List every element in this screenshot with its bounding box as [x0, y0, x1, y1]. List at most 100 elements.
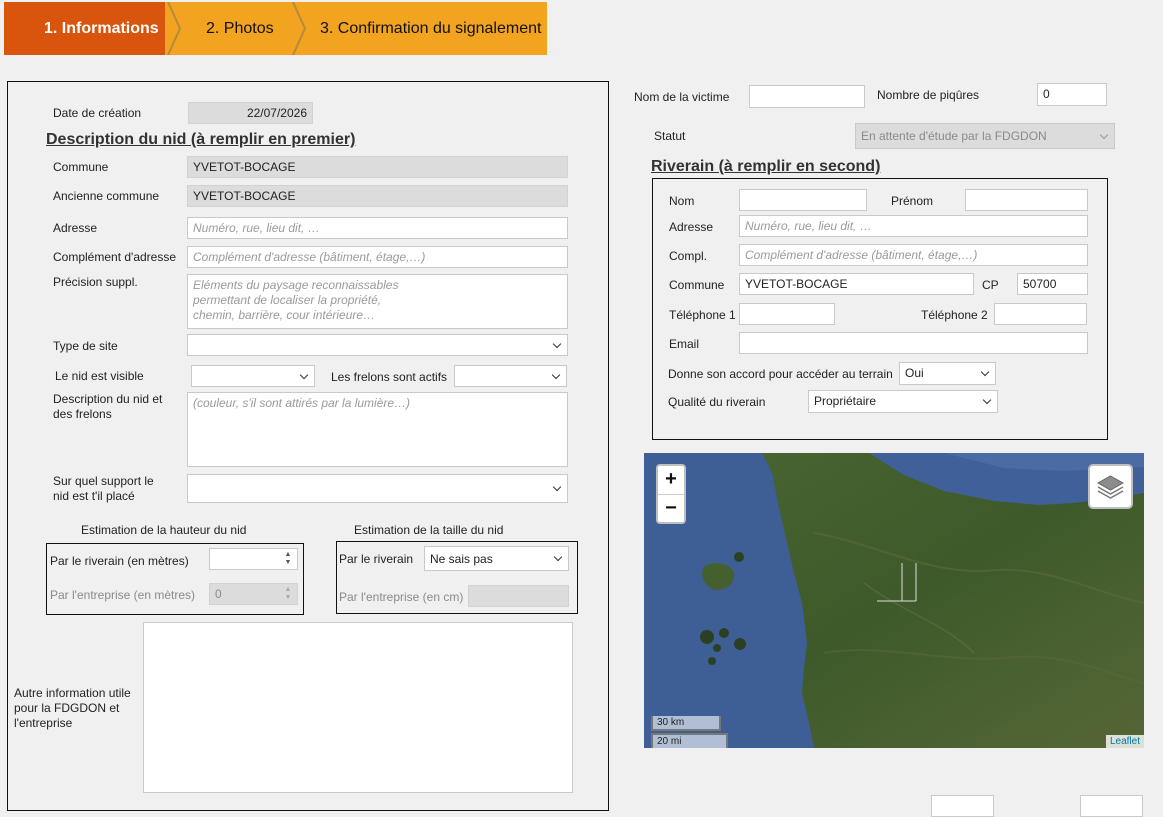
spinner-icon: ▲ ▼: [284, 586, 292, 601]
adresse-input[interactable]: Numéro, rue, lieu dit, …: [187, 217, 568, 239]
precision-placeholder-line: permettant de localiser la propriété,: [193, 293, 382, 307]
chevron-down-icon: [552, 339, 562, 349]
wizard-step-label: 2. Photos: [206, 19, 274, 37]
type-site-select[interactable]: [187, 334, 568, 356]
autre-info-textarea[interactable]: [143, 622, 573, 793]
accord-select[interactable]: Oui: [899, 362, 996, 385]
victime-label: Nom de la victime: [634, 90, 730, 104]
piqures-input[interactable]: 0: [1037, 83, 1107, 106]
leaflet-link[interactable]: Leaflet: [1110, 736, 1140, 747]
nest-section-title: Description du nid (à remplir en premier…: [46, 131, 356, 148]
precision-placeholder-line: chemin, barrière, cour intérieure…: [193, 308, 376, 322]
cp-label: CP: [982, 278, 999, 292]
hauteur-riverain-input[interactable]: ▲ ▼: [209, 548, 298, 570]
qualite-value: Propriétaire: [814, 394, 877, 408]
date-field: 22/07/2026: [188, 102, 313, 124]
map-attribution[interactable]: Leaflet: [1105, 735, 1144, 748]
commune-field: YVETOT-BOCAGE: [187, 156, 568, 178]
prenom-label: Prénom: [891, 194, 934, 208]
partial-input[interactable]: [1080, 795, 1143, 817]
chevron-down-icon: [982, 395, 992, 405]
taille-entreprise-input: [468, 585, 569, 607]
frelons-actifs-select[interactable]: [454, 365, 567, 387]
adresse-riverain-input[interactable]: Numéro, rue, lieu dit, …: [739, 215, 1088, 237]
scale-bar-mi: 20 mi: [651, 733, 728, 748]
qualite-select[interactable]: Propriétaire: [808, 390, 998, 413]
support-select[interactable]: [187, 474, 568, 503]
qualite-label: Qualité du riverain: [668, 395, 766, 409]
chevron-right-icon: [292, 2, 307, 55]
statut-label: Statut: [654, 129, 686, 143]
hauteur-entreprise-value: 0: [215, 587, 222, 601]
wizard-step-label: 3. Confirmation du signalement: [320, 19, 542, 37]
prenom-input[interactable]: [965, 189, 1088, 211]
nid-visible-select[interactable]: [191, 365, 315, 387]
chevron-down-icon: [553, 552, 563, 562]
accord-label: Donne son accord pour accéder au terrain: [668, 367, 893, 381]
chevron-down-icon: [552, 482, 562, 492]
zoom-control: + −: [656, 464, 686, 524]
taille-riverain-select[interactable]: Ne sais pas: [424, 546, 569, 571]
spinner-icon[interactable]: ▲ ▼: [281, 551, 295, 567]
ancienne-commune-field: YVETOT-BOCAGE: [187, 185, 568, 207]
taille-title: Estimation de la taille du nid: [354, 523, 504, 537]
victime-input[interactable]: [749, 85, 865, 108]
accord-value: Oui: [905, 366, 924, 380]
wizard-step-photos[interactable]: 2. Photos: [165, 2, 293, 55]
wizard-step-informations[interactable]: 1. Informations: [4, 2, 165, 55]
partial-input[interactable]: [931, 795, 994, 817]
compl-label: Compl.: [669, 249, 708, 263]
adresse-label: Adresse: [53, 221, 98, 235]
compl-input[interactable]: Complément d'adresse (bâtiment, étage,…): [739, 244, 1088, 266]
type-site-label: Type de site: [53, 339, 118, 353]
complement-label: Complément d'adresse: [53, 250, 177, 264]
tel2-input[interactable]: [994, 303, 1087, 325]
commune-riverain-input[interactable]: YVETOT-BOCAGE: [739, 273, 974, 295]
precision-textarea[interactable]: Eléments du paysage reconnaissables perm…: [187, 274, 568, 329]
date-label: Date de création: [53, 106, 142, 120]
hauteur-entreprise-input: 0 ▲ ▼: [209, 583, 298, 605]
chevron-right-icon: [167, 2, 182, 55]
precision-placeholder-line: Eléments du paysage reconnaissables: [193, 278, 399, 292]
chevron-down-icon: [1099, 130, 1109, 140]
chevron-down-icon: [299, 370, 309, 380]
support-label: Sur quel support le nid est t'il placé: [53, 474, 154, 503]
cp-input[interactable]: 50700: [1017, 273, 1088, 295]
taille-riverain-value: Ne sais pas: [430, 552, 493, 566]
frelons-actifs-label: Les frelons sont actifs: [331, 370, 448, 384]
commune-label: Commune: [53, 160, 109, 174]
tel1-label: Téléphone 1: [669, 308, 736, 322]
taille-entreprise-label: Par l'entreprise (en cm): [339, 590, 464, 604]
email-label: Email: [669, 337, 700, 351]
hauteur-entreprise-label: Par l'entreprise (en mètres): [50, 588, 196, 602]
location-map[interactable]: + − 30 km 20 mi Leaflet: [644, 453, 1144, 748]
commune-riverain-label: Commune: [669, 278, 725, 292]
zoom-out-button[interactable]: −: [658, 494, 684, 522]
description-textarea[interactable]: (couleur, s'il sont attirés par la lumiè…: [187, 392, 568, 467]
layers-button[interactable]: [1088, 464, 1133, 509]
nom-label: Nom: [669, 194, 695, 208]
complement-input[interactable]: Complément d'adresse (bâtiment, étage,…): [187, 246, 568, 268]
piqures-label: Nombre de piqûres: [877, 88, 980, 102]
statut-value: En attente d'étude par la FDGDON: [861, 129, 1047, 143]
wizard-step-label: 1. Informations: [44, 19, 159, 37]
email-input[interactable]: [739, 332, 1088, 354]
chevron-down-icon: [551, 370, 561, 380]
description-placeholder: (couleur, s'il sont attirés par la lumiè…: [193, 396, 411, 410]
autre-info-label: Autre information utile pour la FDGDON e…: [14, 686, 131, 730]
ancienne-commune-label: Ancienne commune: [53, 189, 160, 203]
tel2-label: Téléphone 2: [921, 308, 988, 322]
nom-input[interactable]: [739, 189, 867, 211]
hauteur-riverain-label: Par le riverain (en mètres): [50, 554, 189, 568]
nid-visible-label: Le nid est visible: [55, 369, 144, 383]
satellite-map-image: [644, 453, 1144, 748]
chevron-down-icon: [980, 367, 990, 377]
description-label: Description du nid et des frelons: [53, 392, 163, 421]
wizard-step-confirmation[interactable]: 3. Confirmation du signalement: [293, 2, 547, 55]
zoom-in-button[interactable]: +: [658, 466, 684, 494]
tel1-input[interactable]: [739, 303, 835, 325]
precision-label: Précision suppl.: [53, 275, 138, 289]
riverain-section-title: Riverain (à remplir en second): [651, 158, 881, 175]
statut-select: En attente d'étude par la FDGDON: [855, 123, 1115, 149]
taille-riverain-label: Par le riverain: [339, 552, 414, 566]
